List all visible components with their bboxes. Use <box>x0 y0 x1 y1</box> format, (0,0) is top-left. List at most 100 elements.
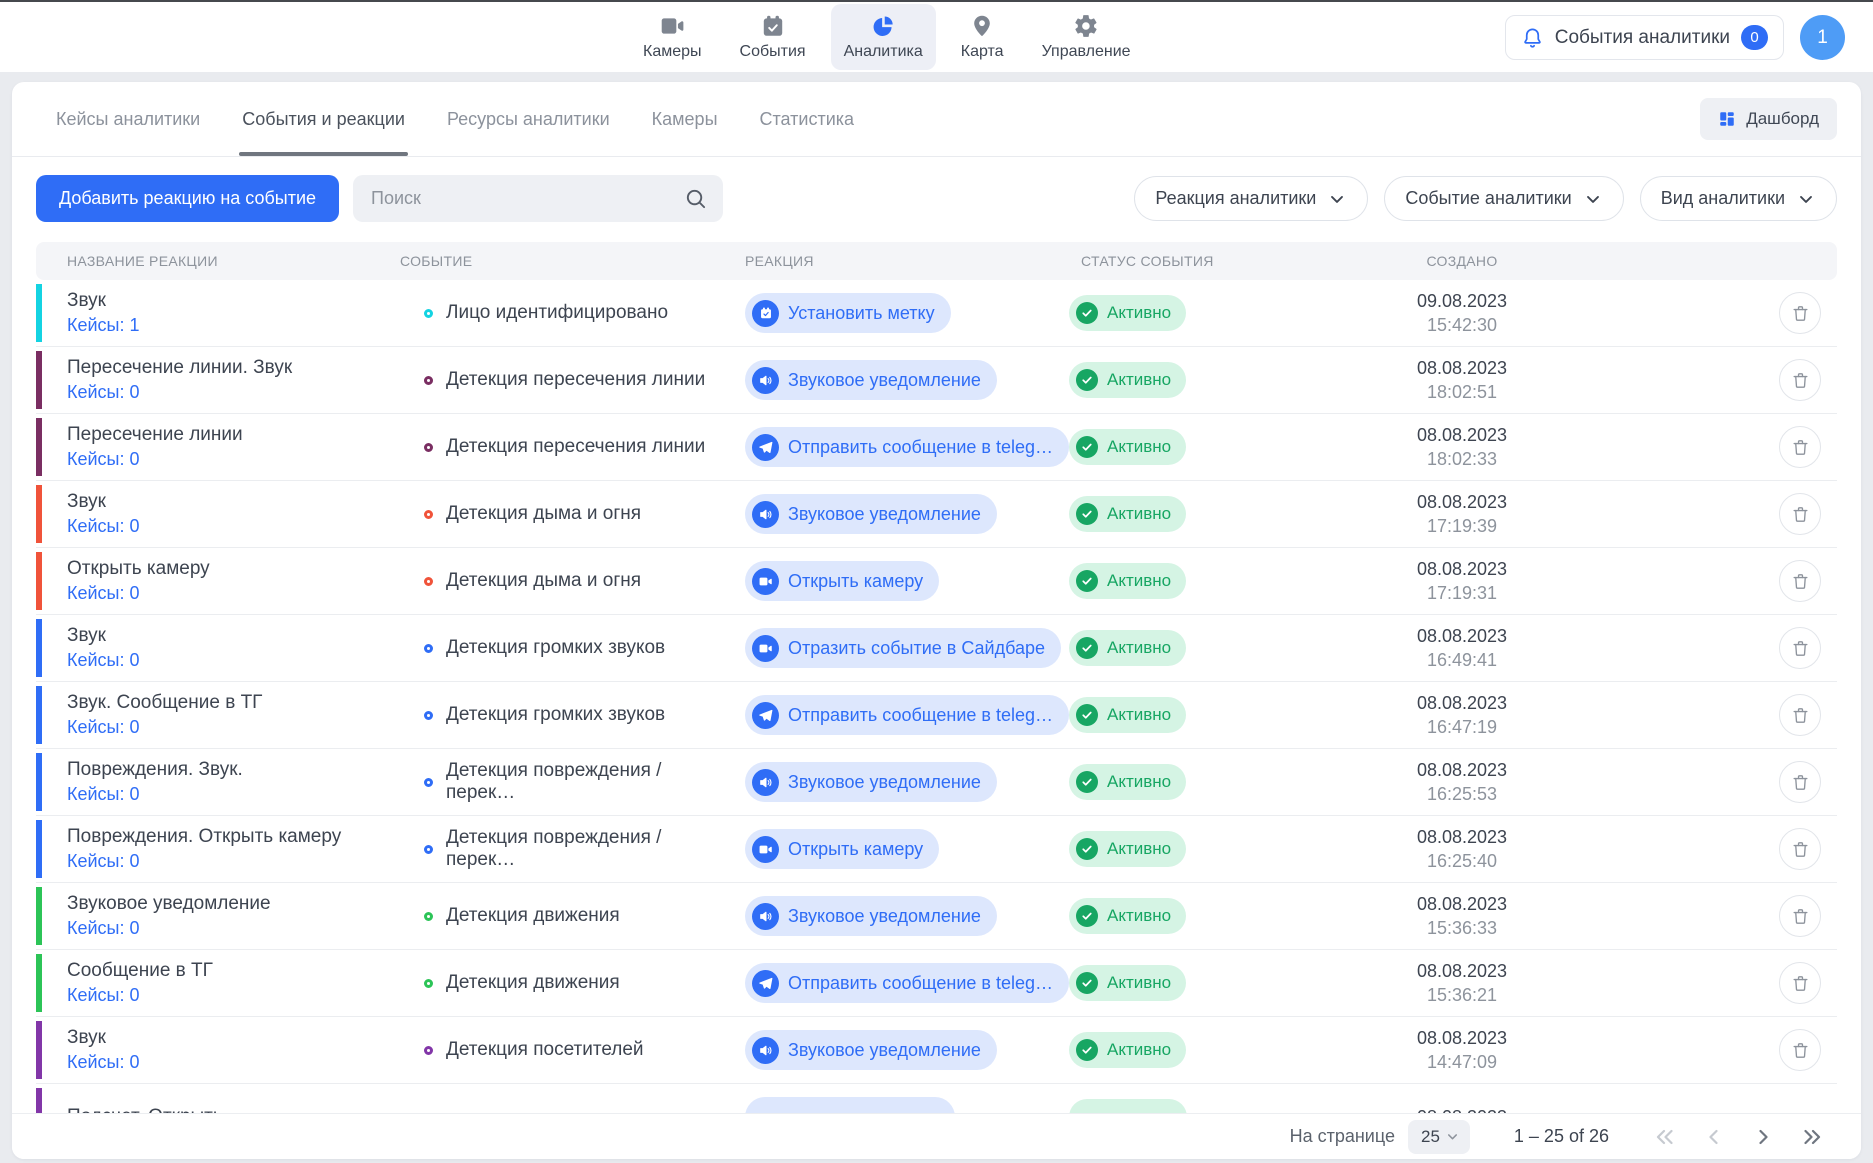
pagination-range: 1 – 25 of 26 <box>1514 1126 1609 1147</box>
trash-icon <box>1791 639 1810 658</box>
event-label: Детекция дыма и огня <box>446 503 641 525</box>
status-cell: Активно <box>1061 496 1347 532</box>
reaction-chip[interactable]: Открыть камеру <box>745 829 939 869</box>
delete-button[interactable] <box>1779 560 1821 602</box>
created-date: 08.08.2023 <box>1347 691 1577 715</box>
delete-button[interactable] <box>1779 292 1821 334</box>
delete-button[interactable] <box>1779 493 1821 535</box>
reaction-label: Звуковое уведомление <box>788 370 981 391</box>
nav-item-events[interactable]: События <box>727 4 819 70</box>
status-cell: Активно <box>1061 764 1347 800</box>
tab-analytics-resources[interactable]: Ресурсы аналитики <box>447 82 610 156</box>
created-time: 18:02:51 <box>1347 380 1577 404</box>
reaction-chip[interactable]: Звуковое уведомление <box>745 1030 997 1070</box>
created-date: 08.08.2023 <box>1347 758 1577 782</box>
delete-cell <box>1779 694 1837 736</box>
tab-analytics-cases[interactable]: Кейсы аналитики <box>56 82 200 156</box>
created-time: 17:19:31 <box>1347 581 1577 605</box>
cases-link[interactable]: Кейсы: 0 <box>67 650 392 671</box>
delete-button[interactable] <box>1779 828 1821 870</box>
cases-link[interactable]: Кейсы: 0 <box>67 717 392 738</box>
cases-link[interactable]: Кейсы: 0 <box>67 784 392 805</box>
created-date: 08.08.2023 <box>1347 1026 1577 1050</box>
delete-button[interactable] <box>1779 1029 1821 1071</box>
created-cell: 08.08.2023 18:02:51 <box>1347 356 1577 405</box>
delete-button[interactable] <box>1779 694 1821 736</box>
cases-link[interactable]: Кейсы: 0 <box>67 985 392 1006</box>
status-label: Активно <box>1107 437 1171 457</box>
cases-link[interactable]: Кейсы: 0 <box>67 516 392 537</box>
reaction-label: Открыть камеру <box>788 571 923 592</box>
delete-button[interactable] <box>1779 627 1821 669</box>
reaction-chip[interactable]: Звуковое уведомление <box>745 762 997 802</box>
reaction-chip[interactable]: Звуковое уведомление <box>745 360 997 400</box>
trash-icon <box>1791 438 1810 457</box>
delete-button[interactable] <box>1779 359 1821 401</box>
cases-link[interactable]: Кейсы: 0 <box>67 851 392 872</box>
column-header-status: СТАТУС СОБЫТИЯ <box>1061 253 1347 269</box>
status-label: Активно <box>1107 1040 1171 1060</box>
delete-cell <box>1779 560 1837 602</box>
event-type-dot <box>424 845 433 854</box>
per-page-select[interactable]: 25 <box>1408 1120 1470 1154</box>
filter-analytics-reaction[interactable]: Реакция аналитики <box>1134 176 1368 221</box>
reaction-chip[interactable]: Отразить событие в Сайдбаре <box>745 628 1061 668</box>
cases-link[interactable]: Кейсы: 1 <box>67 315 392 336</box>
cases-link[interactable]: Кейсы: 0 <box>67 918 392 939</box>
nav-item-analytics[interactable]: Аналитика <box>831 4 936 70</box>
event-cell: Детекция громких звуков <box>392 637 735 659</box>
search-input[interactable] <box>353 175 723 222</box>
user-avatar[interactable]: 1 <box>1800 15 1845 60</box>
created-cell: 08.08.2023 17:19:39 <box>1347 490 1577 539</box>
top-bar: Камеры События Аналитика Карта Управлени… <box>0 2 1873 72</box>
created-cell: 09.08.2023 15:42:30 <box>1347 289 1577 338</box>
bell-icon <box>1521 26 1544 49</box>
created-date: 08.08.2023 <box>1347 356 1577 380</box>
reaction-chip[interactable]: Установить метку <box>745 293 951 333</box>
main-nav: Камеры События Аналитика Карта Управлени… <box>630 4 1144 70</box>
prev-page-button[interactable] <box>1702 1125 1726 1149</box>
delete-button[interactable] <box>1779 962 1821 1004</box>
reaction-chip[interactable]: Открыть камеру <box>745 561 939 601</box>
reaction-name: Повреждения. Открыть камеру <box>67 826 392 848</box>
delete-button[interactable] <box>1779 895 1821 937</box>
event-type-dot <box>424 577 433 586</box>
delete-button[interactable] <box>1779 761 1821 803</box>
reaction-chip[interactable]: Звуковое уведомление <box>745 896 997 936</box>
reaction-chip[interactable]: Звуковое уведомление <box>745 494 997 534</box>
nav-item-map[interactable]: Карта <box>948 4 1017 70</box>
cases-link[interactable]: Кейсы: 0 <box>67 449 392 470</box>
filter-analytics-type[interactable]: Вид аналитики <box>1640 176 1837 221</box>
dashboard-button[interactable]: Дашборд <box>1700 98 1837 140</box>
next-page-button[interactable] <box>1751 1125 1775 1149</box>
filter-analytics-event[interactable]: Событие аналитики <box>1384 176 1623 221</box>
analytics-events-button[interactable]: События аналитики 0 <box>1505 15 1784 60</box>
tab-statistics[interactable]: Статистика <box>760 82 855 156</box>
delete-button[interactable] <box>1779 426 1821 468</box>
reaction-chip[interactable]: Отправить сообщение в teleg… <box>745 695 1069 735</box>
cases-link[interactable]: Кейсы: 0 <box>67 1052 392 1073</box>
tab-events-and-reactions[interactable]: События и реакции <box>242 82 405 156</box>
status-label: Активно <box>1107 303 1171 323</box>
reaction-name: Сообщение в ТГ <box>67 960 392 982</box>
delete-cell <box>1779 761 1837 803</box>
check-icon <box>1076 302 1098 324</box>
created-cell: 08.08.2023 17:19:31 <box>1347 557 1577 606</box>
event-cell: Детекция пересечения линии <box>392 436 735 458</box>
status-badge: Активно <box>1069 362 1186 398</box>
tab-cameras[interactable]: Камеры <box>652 82 718 156</box>
nav-item-cameras[interactable]: Камеры <box>630 4 715 70</box>
reaction-chip[interactable]: Отправить сообщение в teleg… <box>745 427 1069 467</box>
reaction-chip[interactable]: Отправить сообщение в teleg… <box>745 963 1069 1003</box>
last-page-button[interactable] <box>1800 1125 1824 1149</box>
filter-label: Реакция аналитики <box>1155 188 1316 209</box>
cases-link[interactable]: Кейсы: 0 <box>67 583 392 604</box>
nav-item-management[interactable]: Управление <box>1029 4 1144 70</box>
reaction-name: Звуковое уведомление <box>67 893 392 915</box>
first-page-button[interactable] <box>1653 1125 1677 1149</box>
name-cell: Звук Кейсы: 1 <box>42 290 392 336</box>
created-cell: 08.08.2023 15:36:33 <box>1347 892 1577 941</box>
cases-link[interactable]: Кейсы: 0 <box>67 382 392 403</box>
add-reaction-button[interactable]: Добавить реакцию на событие <box>36 175 339 222</box>
status-cell: Активно <box>1061 362 1347 398</box>
